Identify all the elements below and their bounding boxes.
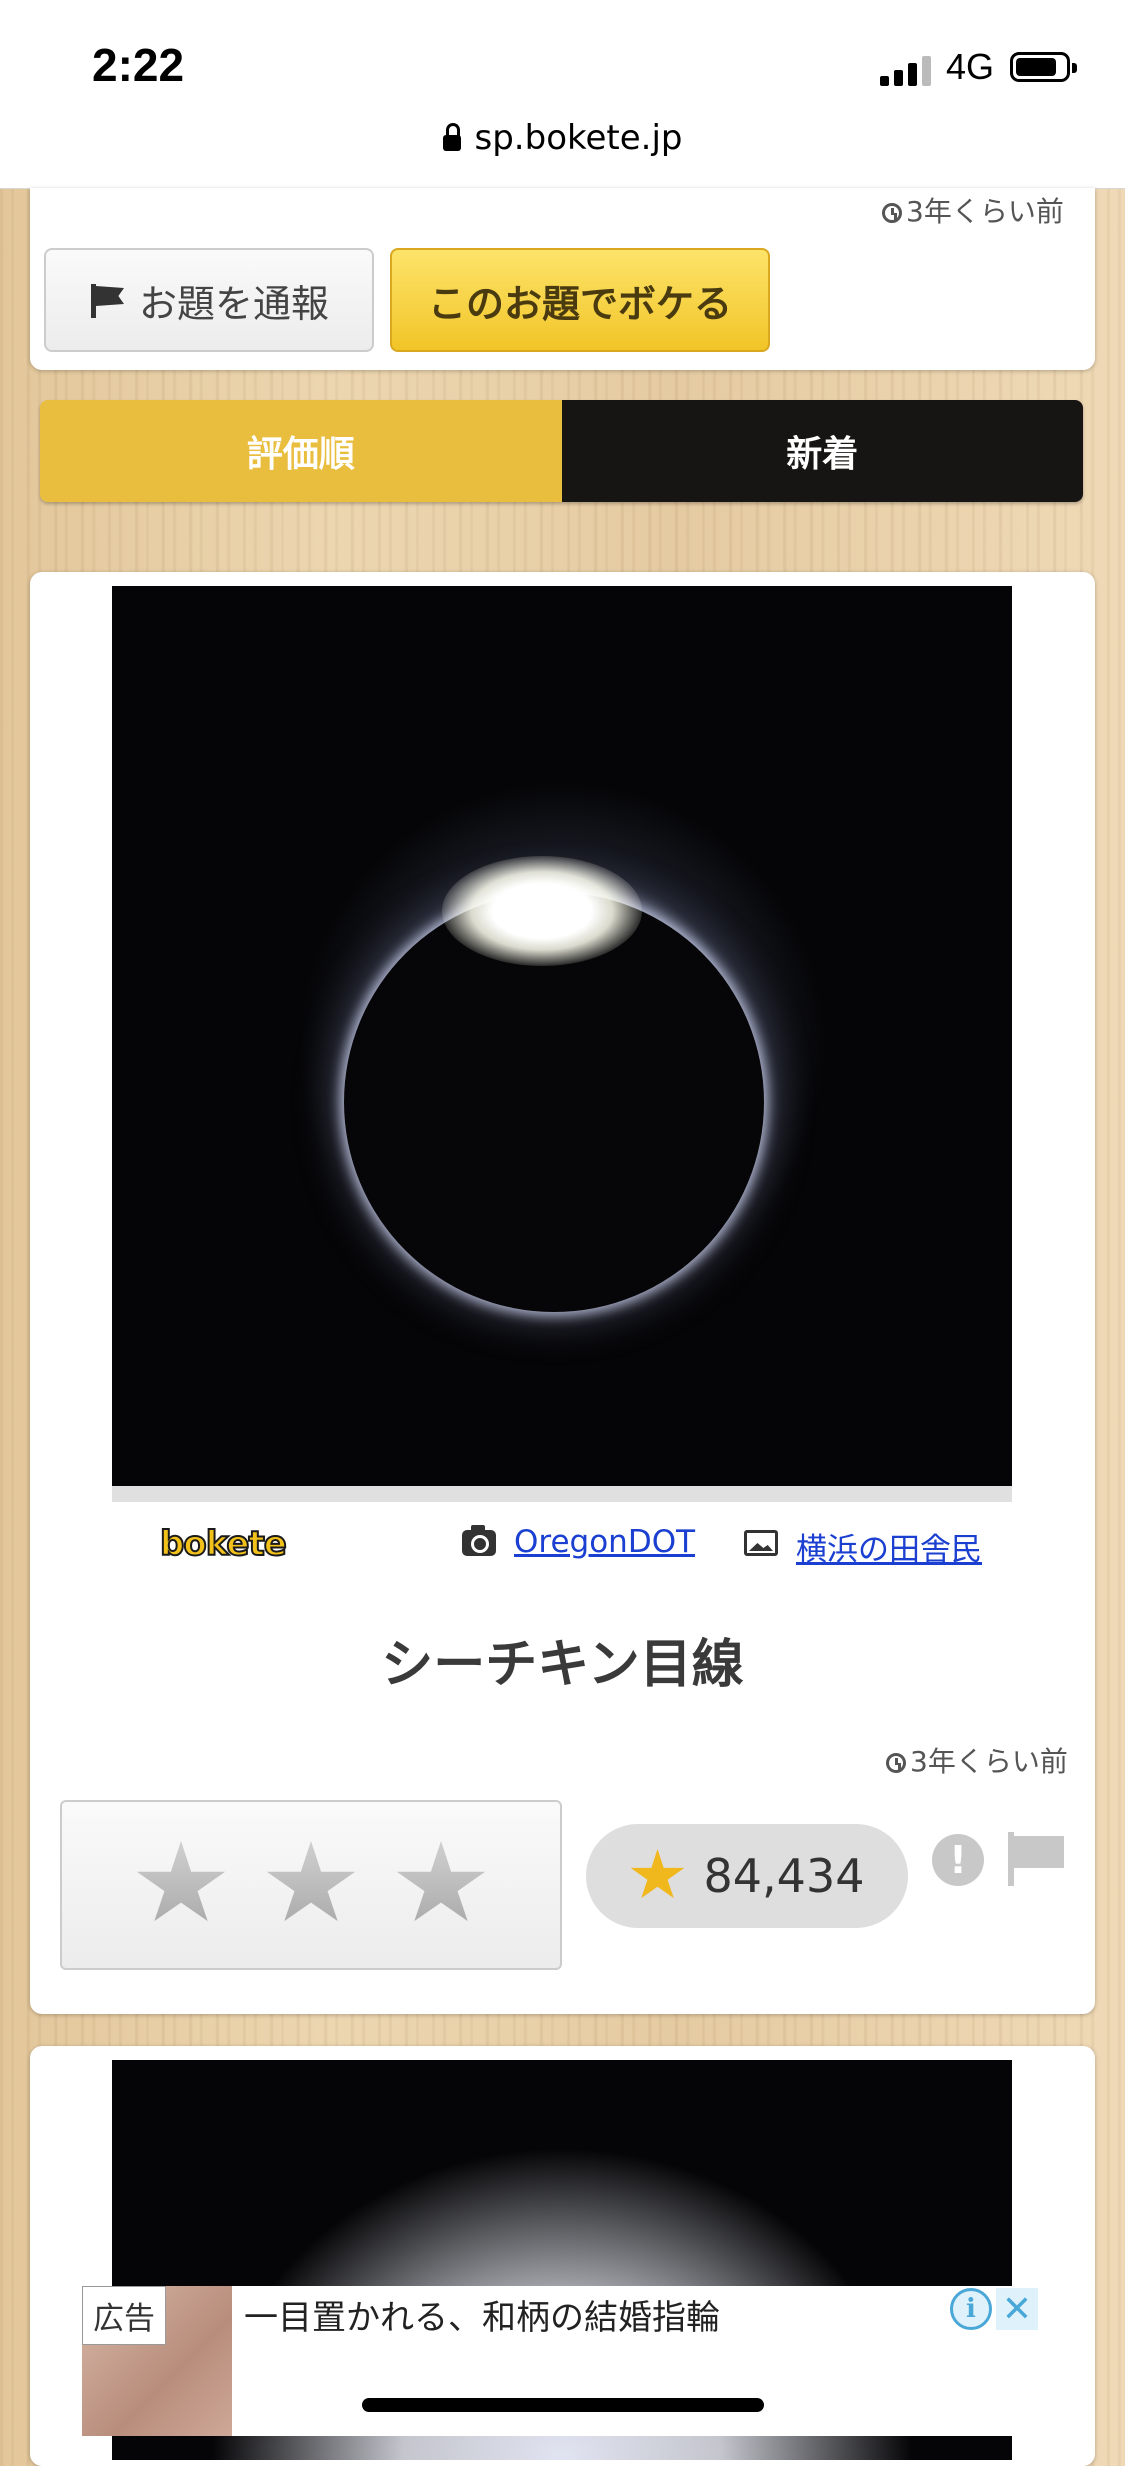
flag-icon: [89, 282, 125, 318]
boke-caption: シーチキン目線: [381, 1635, 744, 1695]
rate-star-1-icon[interactable]: [136, 1841, 226, 1922]
star-rating-box: [60, 1800, 562, 1970]
ad-label: 広告: [82, 2286, 166, 2345]
rate-star-2-icon[interactable]: [266, 1841, 356, 1922]
network-type: 4G: [946, 46, 995, 87]
eclipse-photo[interactable]: [112, 586, 1012, 1486]
camera-icon: [462, 1525, 496, 1556]
lock-icon: [442, 123, 461, 151]
post-time-ago: 3年くらい前: [886, 1740, 1068, 1780]
rate-star-3-icon[interactable]: [396, 1841, 486, 1922]
topic-time-ago: 3年くらい前: [882, 190, 1064, 230]
url-bar[interactable]: sp.bokete.jp: [0, 118, 1125, 158]
photo-credits: bokete OregonDOT 横浜の田舎民: [112, 1516, 1012, 1576]
report-flag-icon[interactable]: [1006, 1832, 1066, 1886]
clock-icon: [882, 203, 902, 223]
ad-info-icon[interactable]: i: [950, 2288, 992, 2330]
report-topic-label: お題を通報: [138, 281, 329, 326]
clock-icon: [886, 1753, 906, 1773]
boke-post-card: bokete OregonDOT 横浜の田舎民 シーチキン目線 3年くらい前 8…: [30, 572, 1095, 2014]
clock-time: 2:22: [92, 39, 185, 91]
battery-icon: [1010, 52, 1077, 82]
photographer-link[interactable]: OregonDOT: [514, 1524, 695, 1560]
report-topic-button[interactable]: お題を通報: [44, 248, 374, 352]
tab-rating-order[interactable]: 評価順: [40, 400, 562, 502]
tab-newest[interactable]: 新着: [561, 400, 1083, 502]
ad-banner[interactable]: 広告 一目置かれる、和柄の結婚指輪 i ✕: [82, 2286, 1042, 2436]
star-count-badge[interactable]: 84,434: [586, 1824, 908, 1928]
bokete-logo: bokete: [159, 1523, 288, 1565]
home-indicator[interactable]: [362, 2398, 764, 2412]
boke-this-topic-button[interactable]: このお題でボケる: [390, 248, 770, 352]
topic-actions-card: 3年くらい前 お題を通報 このお題でボケる: [30, 188, 1095, 370]
boke-this-topic-label: このお題でボケる: [427, 281, 732, 326]
photo-footer-bar: [112, 1486, 1012, 1502]
url-text: sp.bokete.jp: [474, 118, 683, 158]
exclamation-icon[interactable]: !: [932, 1834, 984, 1886]
status-bar: 2:22 4G sp.bokete.jp: [0, 0, 1125, 189]
ad-close-icon[interactable]: ✕: [996, 2288, 1038, 2330]
photo-diamond-ring: [442, 856, 642, 966]
signal-icon: [880, 54, 932, 86]
gold-star-icon: [630, 1849, 685, 1899]
sort-tabs: 評価順 新着: [40, 400, 1083, 502]
ad-text[interactable]: 一目置かれる、和柄の結婚指輪: [244, 2290, 720, 2339]
uploader-link[interactable]: 横浜の田舎民: [796, 1524, 982, 1569]
star-count: 84,434: [703, 1849, 865, 1903]
image-icon: [744, 1530, 778, 1556]
